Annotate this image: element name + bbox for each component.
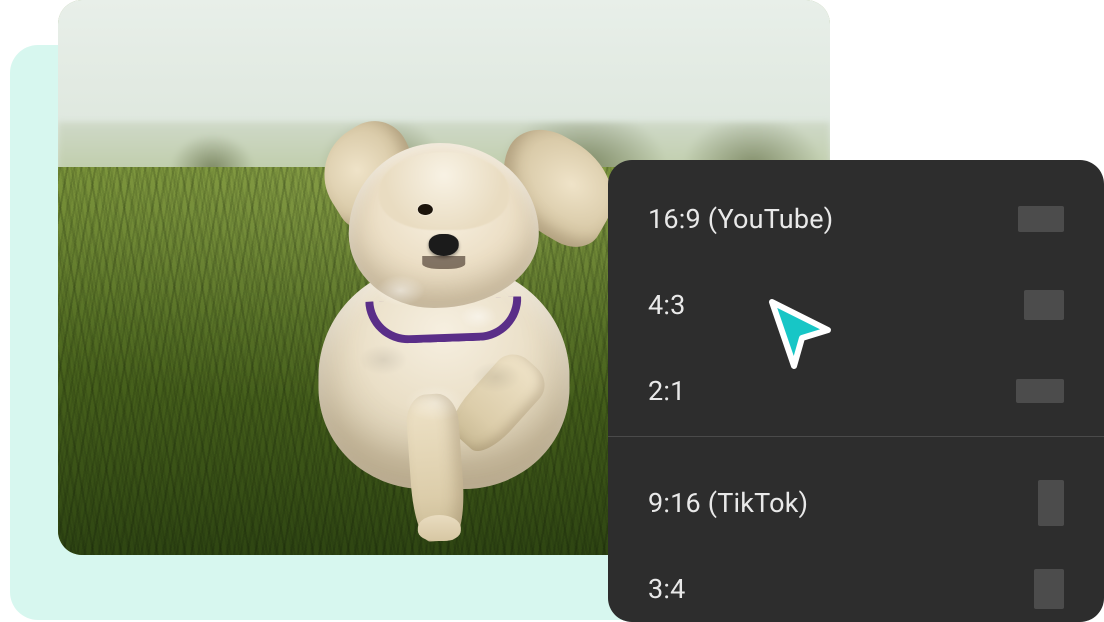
aspect-ratio-option-3-4[interactable]: 3:4 bbox=[608, 546, 1104, 622]
aspect-ratio-list-landscape: 16:9 (YouTube) 4:3 2:1 bbox=[608, 160, 1104, 434]
aspect-ratio-panel: 16:9 (YouTube) 4:3 2:1 9:16 (TikTok) 3:4 bbox=[608, 160, 1104, 622]
stage: 16:9 (YouTube) 4:3 2:1 9:16 (TikTok) 3:4 bbox=[0, 0, 1104, 622]
aspect-ratio-label: 2:1 bbox=[648, 375, 686, 407]
aspect-ratio-swatch-icon bbox=[1024, 290, 1064, 320]
aspect-ratio-swatch-icon bbox=[1034, 569, 1064, 609]
aspect-ratio-option-9-16[interactable]: 9:16 (TikTok) bbox=[608, 460, 1104, 546]
aspect-ratio-swatch-icon bbox=[1016, 379, 1064, 403]
aspect-ratio-label: 4:3 bbox=[648, 289, 686, 321]
aspect-ratio-label: 9:16 (TikTok) bbox=[648, 487, 808, 519]
aspect-ratio-swatch-icon bbox=[1038, 480, 1064, 526]
aspect-ratio-divider bbox=[608, 436, 1104, 437]
aspect-ratio-list-portrait: 9:16 (TikTok) 3:4 bbox=[608, 460, 1104, 622]
aspect-ratio-option-4-3[interactable]: 4:3 bbox=[608, 262, 1104, 348]
aspect-ratio-option-2-1[interactable]: 2:1 bbox=[608, 348, 1104, 434]
photo-dog bbox=[228, 100, 660, 533]
aspect-ratio-option-16-9[interactable]: 16:9 (YouTube) bbox=[608, 176, 1104, 262]
aspect-ratio-swatch-icon bbox=[1018, 206, 1064, 232]
aspect-ratio-label: 3:4 bbox=[648, 573, 686, 605]
aspect-ratio-label: 16:9 (YouTube) bbox=[648, 203, 833, 235]
